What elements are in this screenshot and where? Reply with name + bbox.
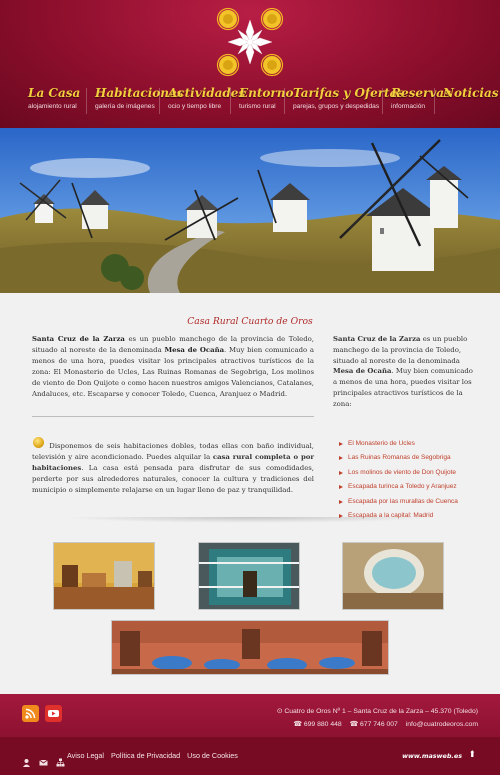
photo-thumbnail-patio[interactable] [198, 542, 300, 610]
photo-panorama-dining-room[interactable] [111, 620, 389, 675]
rooms-paragraph: Disponemos de seis habitaciones dobles, … [32, 441, 314, 496]
intro-paragraph: Santa Cruz de la Zarza es un pueblo manc… [32, 334, 314, 399]
section-shadow [60, 517, 440, 523]
nav-subtitle: información [391, 103, 426, 110]
nav-item-tarifas-y-ofertas[interactable]: Tarifas y Ofertas parejas, grupos y desp… [293, 86, 404, 120]
privacy-policy-link[interactable]: Política de Privacidad [111, 751, 180, 760]
site-footer: ⊙ Cuatro de Oros Nº 1 – Santa Cruz de la… [0, 694, 500, 775]
photo-thumbnail-room[interactable] [53, 542, 155, 610]
attraction-link[interactable]: El Monasterio de Ucles [337, 438, 487, 452]
nav-title: La Casa [28, 86, 81, 100]
sidebar-intro: Santa Cruz de la Zarza es un pueblo manc… [333, 334, 473, 410]
footer-icons [22, 752, 68, 767]
photo-thumbnail-dome[interactable] [342, 542, 444, 610]
address-text: Cuatro de Oros Nº 1 – Santa Cruz de la Z… [284, 708, 478, 715]
back-to-top-arrow-icon[interactable]: ⬆ [468, 750, 476, 760]
cuatro-de-oros-logo[interactable] [214, 6, 286, 78]
nav-title: Reservas [391, 86, 451, 100]
hero-windmills-image [0, 128, 500, 293]
nav-separator [382, 88, 383, 114]
email-link[interactable]: info@cuatrodeoros.com [406, 721, 478, 728]
nav-item-reservas[interactable]: Reservas información [391, 86, 451, 120]
attraction-link[interactable]: Las Ruinas Romanas de Segobriga [337, 452, 487, 466]
nav-separator [86, 88, 87, 114]
nav-item-noticias[interactable]: Noticias [443, 86, 498, 120]
user-icon[interactable] [22, 758, 31, 767]
nav-subtitle: parejas, grupos y despedidas [293, 103, 380, 110]
legal-links: Aviso Legal Política de Privacidad Uso d… [67, 751, 243, 760]
address: ⊙ Cuatro de Oros Nº 1 – Santa Cruz de la… [277, 707, 478, 715]
sitemap-icon[interactable] [56, 758, 65, 767]
cookies-link[interactable]: Uso de Cookies [187, 751, 238, 760]
contact-info: ☎ 699 880 448 ☎ 677 746 007 info@cuatrodeo… [287, 720, 478, 728]
mobile-icon: ☎ [349, 721, 359, 728]
nav-subtitle: ocio y tiempo libre [168, 103, 222, 110]
content-title: Casa Rural Cuarto de Oros [187, 316, 313, 327]
region-name: Mesa de Ocaña [333, 367, 392, 376]
envelope-icon[interactable] [39, 758, 48, 767]
nav-item-actividades[interactable]: Actividades ocio y tiempo libre [168, 86, 245, 120]
nav-title: Actividades [168, 86, 246, 100]
attraction-link[interactable]: Escapada por las murallas de Cuenca [337, 496, 487, 510]
youtube-icon[interactable] [45, 705, 62, 722]
phone-2[interactable]: 677 746 007 [360, 721, 398, 728]
rss-icon[interactable] [22, 705, 39, 722]
nav-separator [284, 88, 285, 114]
attractions-list: El Monasterio de Ucles Las Ruinas Romana… [337, 438, 487, 524]
nav-separator [434, 88, 435, 114]
attraction-link[interactable]: Escapada turinca a Toledo y Aranjuez [337, 481, 487, 495]
town-name: Santa Cruz de la Zarza [32, 335, 125, 343]
main-navigation: La Casa alojamiento rural Habitaciones g… [0, 86, 500, 120]
legal-notice-link[interactable]: Aviso Legal [67, 751, 104, 760]
nav-separator [159, 88, 160, 114]
nav-title: Noticias [443, 86, 499, 100]
attraction-link[interactable]: Los molinos de viento de Don Quijote [337, 467, 487, 481]
footer-bottom-bar: Aviso Legal Política de Privacidad Uso d… [0, 737, 500, 775]
region-name: Mesa de Ocaña [164, 345, 225, 354]
divider [32, 416, 314, 417]
footer-top-bar: ⊙ Cuatro de Oros Nº 1 – Santa Cruz de la… [0, 694, 500, 737]
nav-title: Tarifas y Ofertas [293, 86, 405, 100]
nav-title: Entorno [239, 86, 294, 100]
nav-item-la-casa[interactable]: La Casa alojamiento rural [28, 86, 80, 120]
site-header: La Casa alojamiento rural Habitaciones g… [0, 0, 500, 128]
nav-item-entorno[interactable]: Entorno turismo rural [239, 86, 293, 120]
nav-subtitle: alojamiento rural [28, 103, 77, 110]
phone-icon: ☎ [293, 721, 302, 728]
nav-separator [230, 88, 231, 114]
phone-1[interactable]: 699 880 448 [304, 721, 342, 728]
town-name: Santa Cruz de la Zarza [333, 335, 421, 343]
nav-subtitle: turismo rural [239, 103, 276, 110]
developer-credit[interactable]: www.masweb.es [402, 752, 462, 760]
